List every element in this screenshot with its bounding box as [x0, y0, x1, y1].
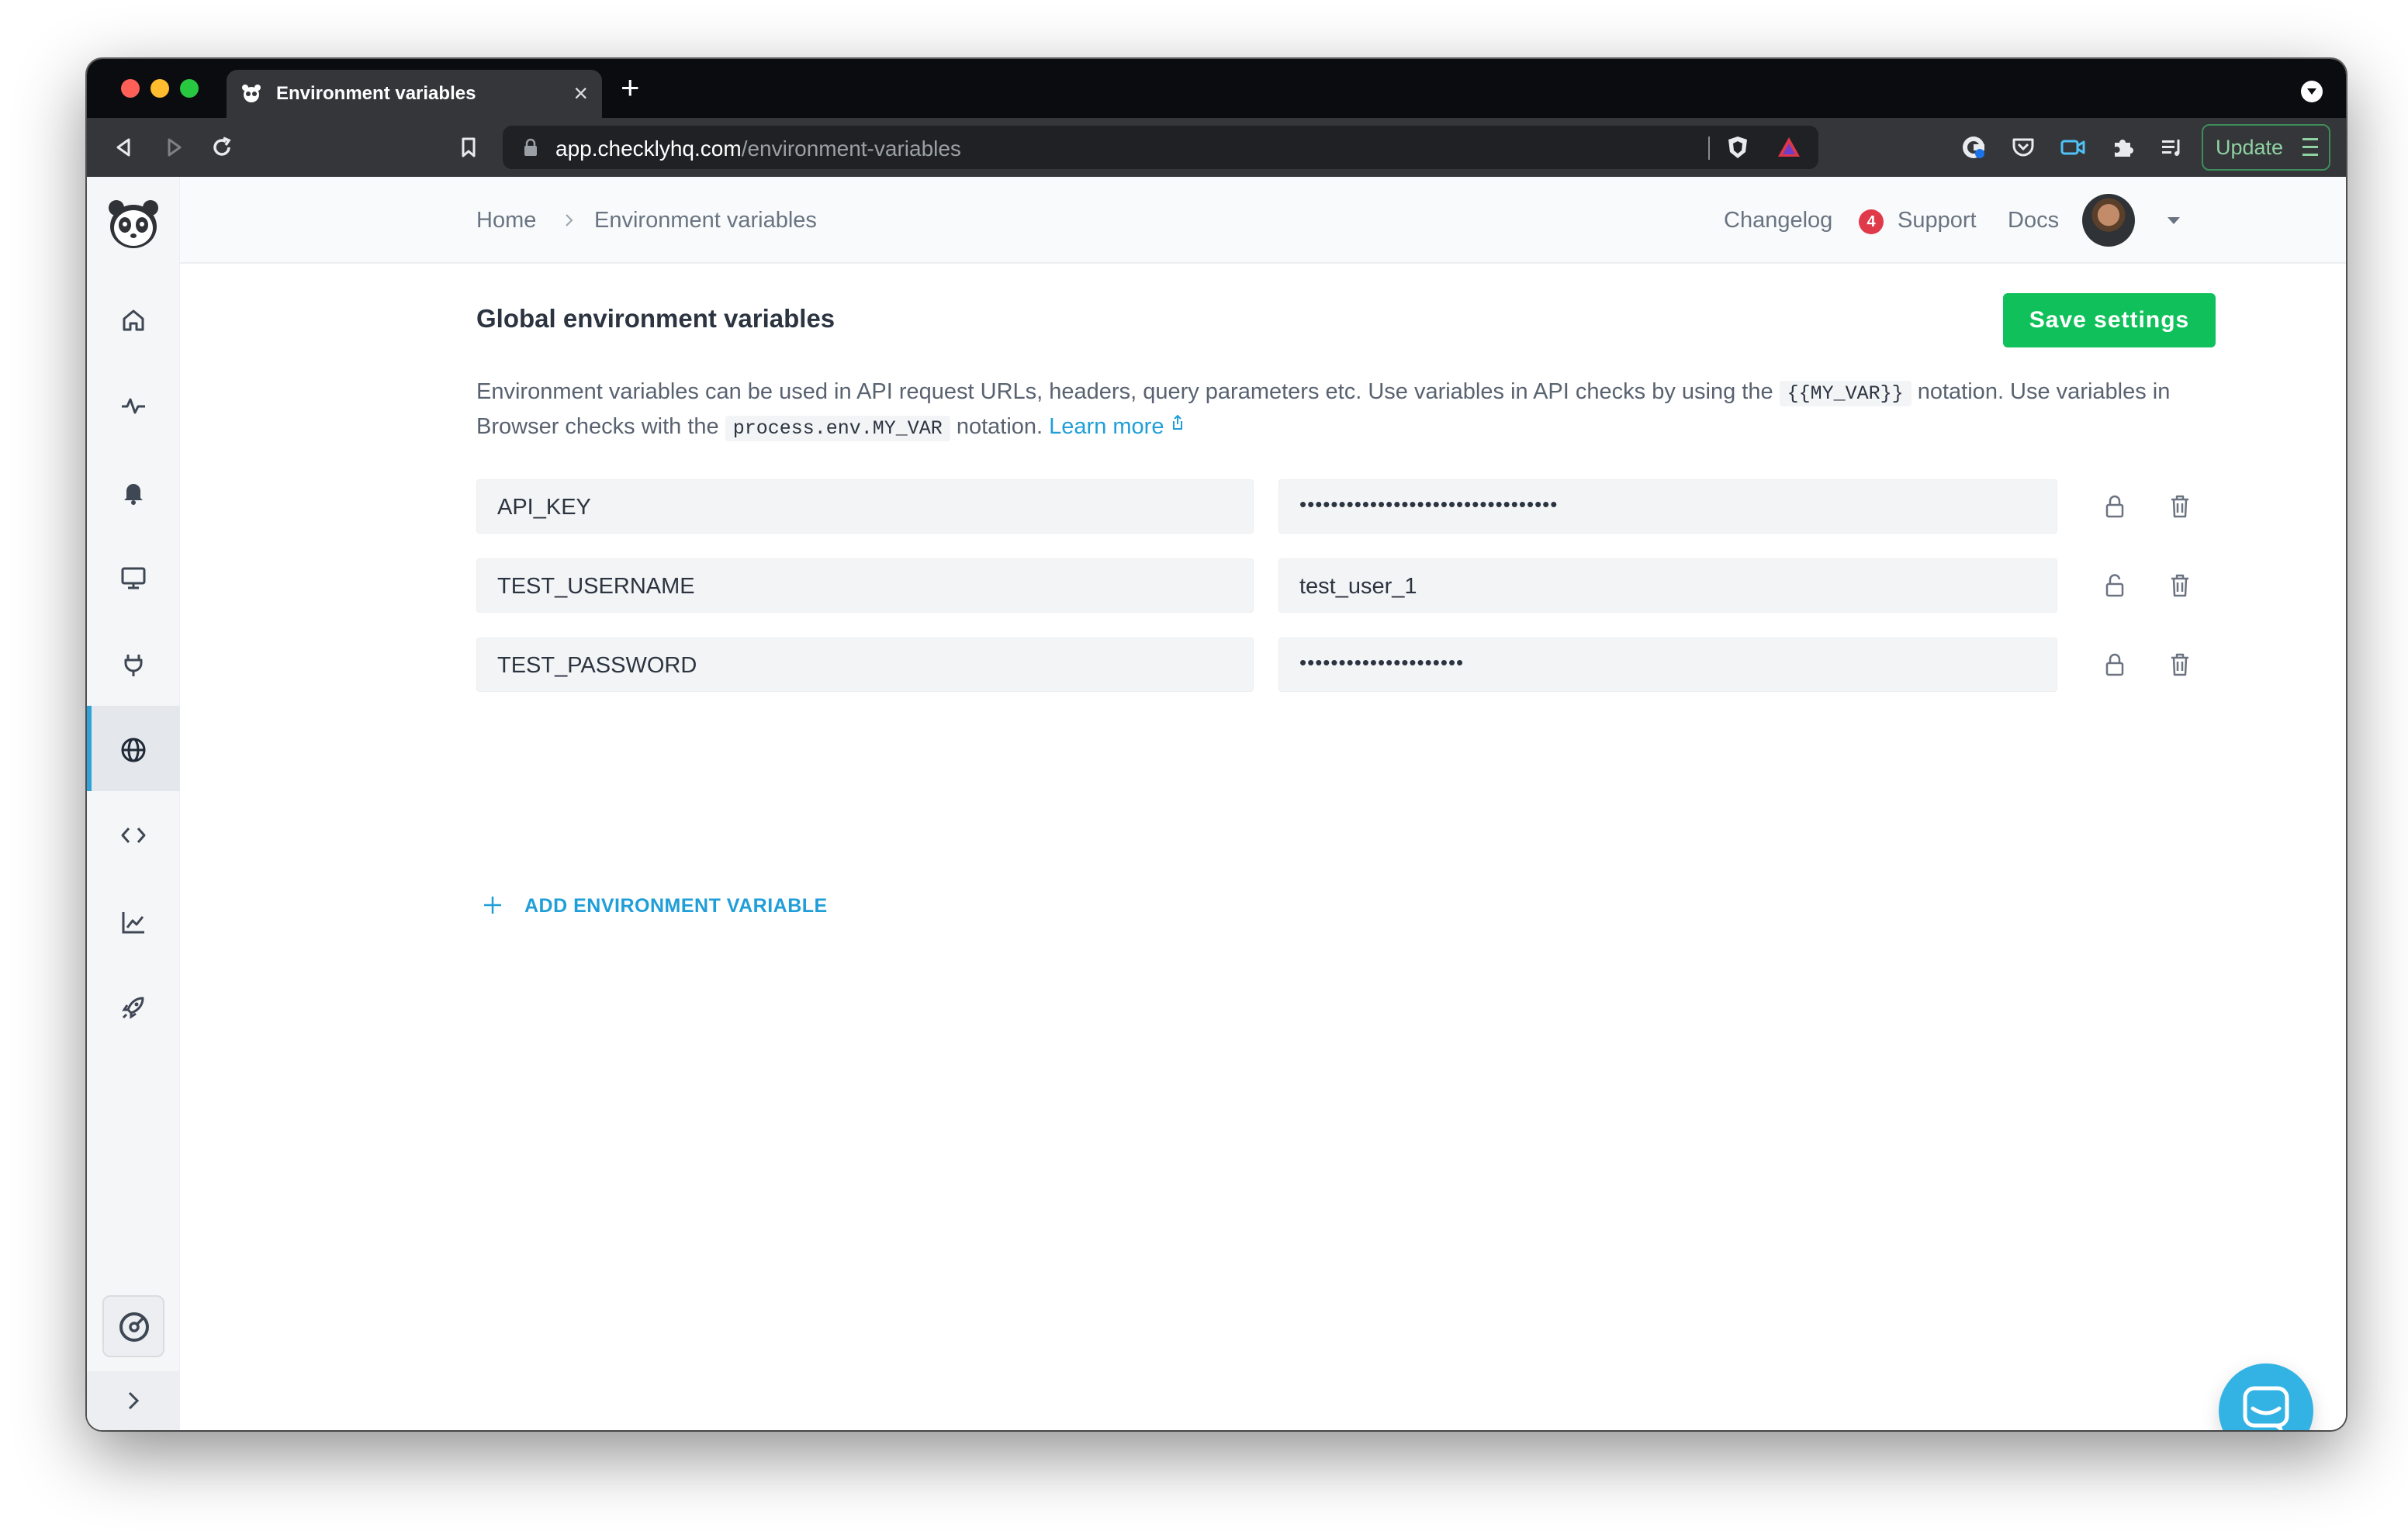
- variable-value-field[interactable]: •••••••••••••••••••••: [1278, 638, 2057, 692]
- tab-strip: Environment variables × +: [87, 59, 2346, 118]
- pocket-icon[interactable]: [2009, 133, 2037, 161]
- breadcrumb-current: Environment variables: [594, 208, 817, 233]
- external-link-icon: [1172, 415, 1182, 430]
- sidebar-item-dashboards[interactable]: [87, 534, 180, 619]
- address-bar[interactable]: app.checklyhq.com/environment-variables: [503, 126, 1818, 169]
- activity-icon: [122, 398, 145, 414]
- tab-close-icon[interactable]: ×: [573, 79, 588, 107]
- variable-row: TEST_USERNAME test_user_1: [476, 558, 2230, 613]
- update-label: Update: [2216, 136, 2284, 159]
- sidebar-item-get-started[interactable]: [87, 963, 180, 1049]
- video-extension-icon[interactable]: [2059, 133, 2087, 161]
- tab-title: Environment variables: [276, 83, 476, 104]
- url-path: /environment-variables: [741, 137, 961, 161]
- variable-row: API_KEY ••••••••••••••••••••••••••••••••…: [476, 479, 2230, 534]
- add-variable-label: ADD ENVIRONMENT VARIABLE: [524, 895, 828, 917]
- globe-icon: [121, 738, 146, 762]
- trash-icon[interactable]: [2166, 650, 2194, 679]
- sidebar-item-home[interactable]: [87, 276, 180, 361]
- app-header: Home Environment variables Changelog 4 S…: [180, 177, 2346, 264]
- chevron-right-icon: [128, 1391, 140, 1410]
- menu-icon: [2302, 138, 2318, 157]
- sidebar-item-environment-variables[interactable]: [87, 706, 180, 791]
- docs-link[interactable]: Docs: [2008, 208, 2059, 233]
- lock-icon[interactable]: [2101, 650, 2129, 679]
- sidebar-item-alerts[interactable]: [87, 448, 180, 534]
- trash-icon[interactable]: [2166, 571, 2194, 600]
- changelog-link[interactable]: Changelog: [1724, 208, 1832, 233]
- sidebar-item-reporting[interactable]: [87, 878, 180, 963]
- monitor-icon: [121, 567, 146, 589]
- plus-icon: [484, 897, 501, 914]
- sidebar-expand-button[interactable]: [87, 1371, 180, 1430]
- update-button[interactable]: Update: [2202, 124, 2330, 171]
- description-text-1: Environment variables can be used in API…: [476, 379, 1780, 404]
- changelog-badge: 4: [1859, 209, 1884, 234]
- unlock-icon[interactable]: [2101, 571, 2129, 600]
- variable-value-field[interactable]: •••••••••••••••••••••••••••••••••: [1278, 479, 2057, 534]
- extensions-puzzle-icon[interactable]: [2109, 133, 2136, 161]
- learn-more-label: Learn more: [1049, 414, 1164, 439]
- lock-icon[interactable]: [2101, 492, 2129, 521]
- code-process-env: process.env.MY_VAR: [725, 416, 950, 441]
- tab-search-icon[interactable]: [2301, 81, 2323, 102]
- browser-window: Environment variables × + app.checklyhq.…: [87, 59, 2346, 1430]
- trash-icon[interactable]: [2166, 492, 2194, 521]
- checkly-logo-icon[interactable]: [106, 197, 161, 253]
- brave-shields-icon[interactable]: [1724, 133, 1752, 161]
- forward-icon[interactable]: [160, 133, 188, 161]
- sidebar: [87, 177, 180, 1430]
- new-tab-button[interactable]: +: [621, 70, 640, 105]
- description-text-3: notation.: [950, 414, 1050, 439]
- learn-more-link[interactable]: Learn more: [1049, 414, 1184, 439]
- chevron-right-icon: [566, 214, 573, 226]
- page-description: Environment variables can be used in API…: [476, 375, 2230, 445]
- back-icon[interactable]: [110, 133, 138, 161]
- avatar[interactable]: [2082, 194, 2135, 247]
- variable-key-field[interactable]: API_KEY: [476, 479, 1254, 534]
- browser-tab[interactable]: Environment variables ×: [227, 70, 602, 118]
- chevron-down-icon[interactable]: [2168, 217, 2180, 224]
- close-window-button[interactable]: [121, 79, 140, 98]
- code-my-var: {{MY_VAR}}: [1779, 381, 1912, 406]
- url-text[interactable]: app.checklyhq.com/environment-variables: [555, 137, 961, 161]
- sidebar-item-snippets[interactable]: [87, 791, 180, 876]
- variable-value-field[interactable]: test_user_1: [1278, 558, 2057, 613]
- app-area: Home Environment variables Changelog 4 S…: [87, 177, 2346, 1430]
- chat-widget-button[interactable]: [2219, 1363, 2313, 1430]
- url-separator: [1708, 137, 1710, 160]
- rocket-icon: [122, 997, 144, 1019]
- save-settings-button[interactable]: Save settings: [2003, 293, 2216, 347]
- minimize-window-button[interactable]: [150, 79, 169, 98]
- chart-icon: [122, 912, 144, 934]
- browser-toolbar: app.checklyhq.com/environment-variables: [87, 118, 2346, 177]
- bell-icon: [124, 484, 143, 505]
- extension-c-icon[interactable]: [1960, 133, 1988, 161]
- reload-icon[interactable]: [208, 133, 236, 161]
- chat-icon: [2243, 1386, 2289, 1430]
- support-link[interactable]: Support: [1898, 208, 1977, 233]
- variable-row: TEST_PASSWORD •••••••••••••••••••••: [476, 638, 2230, 692]
- maximize-window-button[interactable]: [180, 79, 199, 98]
- checkly-favicon-icon: [242, 85, 261, 102]
- plug-icon: [124, 655, 143, 676]
- sidebar-status-button[interactable]: [102, 1295, 164, 1357]
- sidebar-item-checks[interactable]: [87, 361, 180, 447]
- lock-icon: [524, 138, 537, 156]
- home-icon: [123, 309, 144, 331]
- variable-key-field[interactable]: TEST_USERNAME: [476, 558, 1254, 613]
- sidebar-item-integrations[interactable]: [87, 620, 180, 706]
- brave-rewards-icon[interactable]: [1775, 133, 1803, 161]
- gauge-icon: [119, 1312, 149, 1342]
- reading-list-icon[interactable]: [2158, 133, 2186, 161]
- bookmark-icon[interactable]: [455, 133, 483, 161]
- breadcrumb-home[interactable]: Home: [476, 208, 536, 233]
- code-icon: [121, 828, 146, 843]
- url-domain: app.checklyhq.com: [555, 137, 742, 161]
- variable-key-field[interactable]: TEST_PASSWORD: [476, 638, 1254, 692]
- page-title: Global environment variables: [476, 304, 836, 333]
